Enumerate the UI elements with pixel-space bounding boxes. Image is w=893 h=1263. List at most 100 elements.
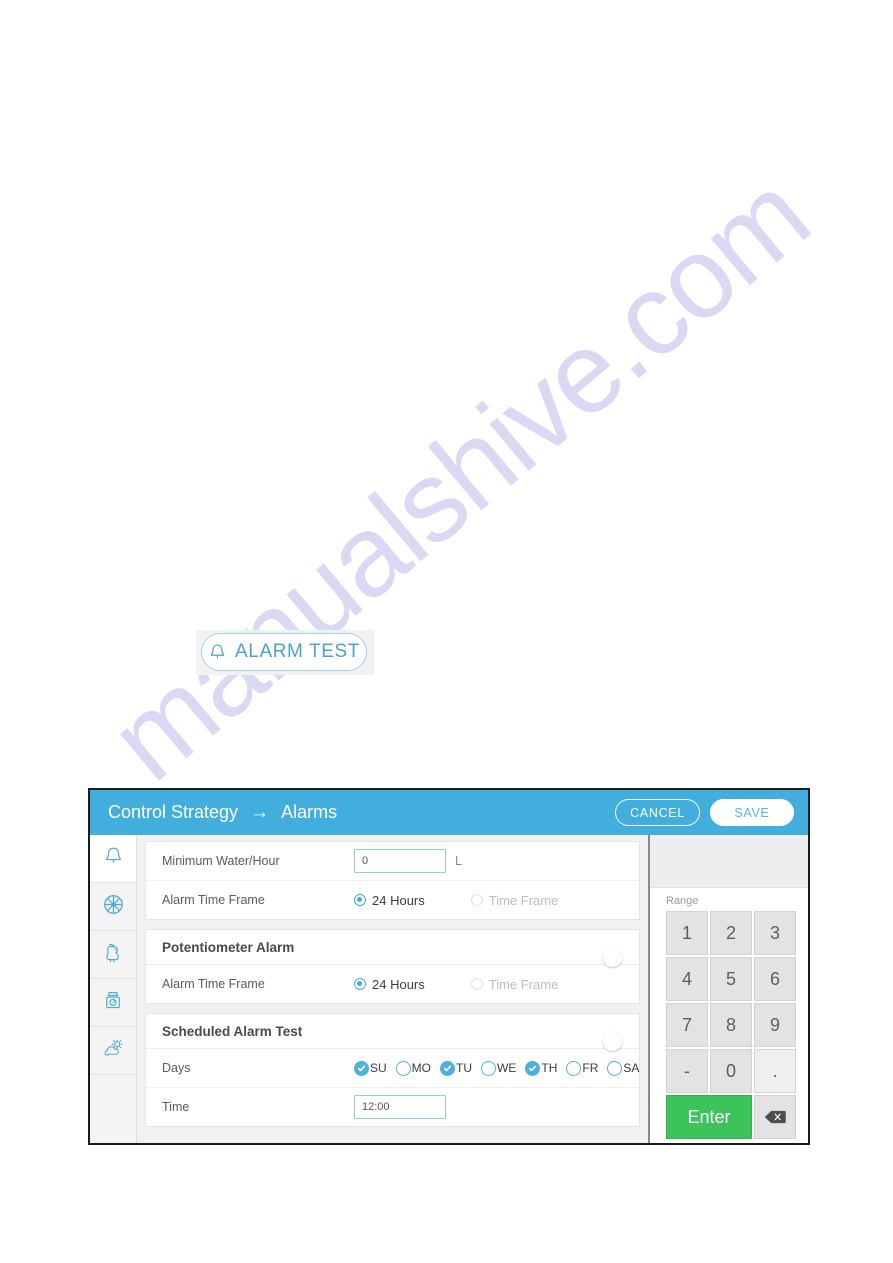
radio-time-frame[interactable]: Time Frame [470,892,559,908]
checkbox-icon [440,1060,456,1076]
days-checkbox-group: SU MO TU WE TH FR SA [354,1060,645,1076]
row-time: Time 12:00 [146,1088,639,1126]
radio-label: Time Frame [488,976,559,992]
cancel-button[interactable]: CANCEL [615,799,700,826]
breadcrumb-parent[interactable]: Control Strategy [108,802,238,823]
toggle-knob [603,1032,622,1051]
sidebar-item-climate[interactable] [90,1027,136,1075]
row-label: Alarm Time Frame [162,893,265,907]
day-checkbox-mo[interactable]: MO [395,1060,432,1076]
row-control: 24 Hours Time Frame [354,893,623,908]
radio-label: 24 Hours [372,892,425,908]
settings-form: Minimum Water/Hour 0 L Alarm Time Frame … [137,835,648,1143]
section-title: Scheduled Alarm Test [162,1023,303,1039]
key-2[interactable]: 2 [710,911,752,955]
numeric-keypad-panel: Range 1 2 3 4 5 6 7 8 9 - 0 . Enter [648,835,808,1143]
radio-24-hours[interactable]: 24 Hours [354,893,425,908]
numeric-keypad: 1 2 3 4 5 6 7 8 9 - 0 . Enter [650,911,808,1139]
day-label: MO [411,1061,432,1075]
key-9[interactable]: 9 [754,1003,796,1047]
minimum-water-hour-unit: L [455,854,462,868]
section-title: Potentiometer Alarm [162,939,295,955]
toggle-knob [603,948,622,967]
weather-icon [102,1038,124,1063]
scheduled-time-input[interactable]: 12:00 [354,1095,446,1119]
scale-icon [103,990,123,1016]
sidebar-filler [90,1075,136,1143]
checkbox-icon [566,1060,582,1076]
row-control: 12:00 [354,1095,623,1119]
day-checkbox-su[interactable]: SU [354,1060,387,1076]
watermark-text: manualshive.com [86,151,832,806]
sidebar-item-alarms[interactable] [90,835,136,883]
scheduled-alarm-test-section: Scheduled Alarm Test Days SU MO TU WE TH… [145,1013,640,1127]
key-7[interactable]: 7 [666,1003,708,1047]
key-6[interactable]: 6 [754,957,796,1001]
backspace-key[interactable] [754,1095,796,1139]
day-checkbox-th[interactable]: TH [525,1060,558,1076]
day-label: FR [582,1061,599,1075]
radio-label: 24 Hours [372,976,425,992]
radio-dot-icon [470,894,483,906]
day-label: WE [497,1061,517,1075]
radio-time-frame[interactable]: Time Frame [470,976,559,992]
radio-dot-icon [354,894,366,906]
breadcrumb-arrow-icon: → [250,802,270,823]
checkbox-icon [607,1060,623,1076]
day-checkbox-sa[interactable]: SA [607,1060,640,1076]
potentiometer-alarm-section: Potentiometer Alarm Alarm Time Frame 24 … [145,929,640,1004]
key-4[interactable]: 4 [666,957,708,1001]
row-label: Days [162,1061,191,1075]
alarm-test-figure: ALARM TEST [196,630,374,675]
fan-icon [103,894,124,920]
key-8[interactable]: 8 [710,1003,752,1047]
keypad-value-display [650,835,808,888]
key-0[interactable]: 0 [710,1049,752,1093]
potentiometer-alarm-header: Potentiometer Alarm [146,930,639,967]
water-alarm-section: Minimum Water/Hour 0 L Alarm Time Frame … [145,841,640,920]
key-5[interactable]: 5 [710,957,752,1001]
key-minus[interactable]: - [666,1049,708,1093]
radio-dot-icon [354,978,366,990]
checkbox-icon [395,1060,411,1076]
checkbox-icon [354,1060,369,1076]
scheduled-alarm-test-header: Scheduled Alarm Test [146,1014,639,1051]
radio-24-hours[interactable]: 24 Hours [354,977,425,992]
row-control: SU MO TU WE TH FR SA [354,1060,645,1076]
row-days: Days SU MO TU WE TH FR SA [146,1049,639,1088]
key-3[interactable]: 3 [754,911,796,955]
sidebar-rail [90,835,137,1143]
breadcrumb: Control Strategy → Alarms [108,802,337,823]
enter-key[interactable]: Enter [666,1095,752,1139]
day-label: TH [541,1061,558,1075]
radio-dot-icon [470,978,483,990]
day-label: TU [456,1061,473,1075]
day-checkbox-we[interactable]: WE [481,1060,517,1076]
sidebar-item-weighing[interactable] [90,979,136,1027]
alarm-time-frame-radio-group-water: 24 Hours Time Frame [354,893,558,908]
alarm-test-button-label: ALARM TEST [235,641,360,662]
minimum-water-hour-input[interactable]: 0 [354,849,446,873]
day-checkbox-tu[interactable]: TU [440,1060,473,1076]
alarm-test-button[interactable]: ALARM TEST [201,633,367,671]
row-control: 0 L [354,849,623,873]
day-label: SA [623,1061,640,1075]
sidebar-item-ventilation[interactable] [90,883,136,931]
row-label: Alarm Time Frame [162,977,265,991]
rooster-icon [103,942,124,968]
save-button[interactable]: SAVE [710,799,794,826]
key-1[interactable]: 1 [666,911,708,955]
key-decimal-point[interactable]: . [754,1049,796,1093]
row-control: 24 Hours Time Frame [354,977,623,992]
app-body: Minimum Water/Hour 0 L Alarm Time Frame … [90,835,808,1143]
radio-label: Time Frame [488,892,559,908]
row-alarm-time-frame-water: Alarm Time Frame 24 Hours Time Frame [146,881,639,919]
sidebar-item-birds[interactable] [90,931,136,979]
alarm-time-frame-radio-group-potentiometer: 24 Hours Time Frame [354,977,558,992]
checkbox-icon [481,1060,497,1076]
breadcrumb-current: Alarms [281,802,338,822]
row-label: Time [162,1100,190,1114]
row-minimum-water-hour: Minimum Water/Hour 0 L [146,842,639,881]
day-checkbox-fr[interactable]: FR [566,1060,599,1076]
topbar-actions: CANCEL SAVE [615,799,794,826]
